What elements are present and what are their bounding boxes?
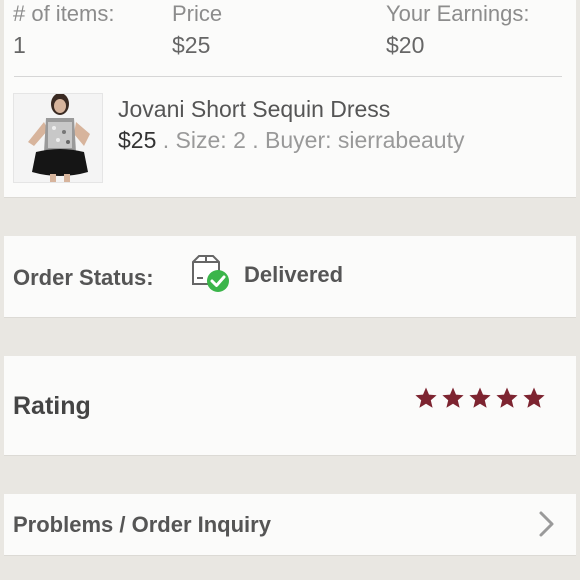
order-status-value: Delivered (244, 262, 344, 287)
price-column: Price $25 (172, 1, 223, 59)
star-icon (442, 387, 464, 408)
item-price: $25 (118, 127, 157, 153)
items-count-column: # of items: 1 (13, 1, 115, 59)
problems-order-inquiry-label: Problems / Order Inquiry (13, 512, 271, 537)
order-status-label: Order Status: (13, 265, 154, 290)
price-value: $25 (172, 32, 211, 58)
item-size: . Size: 2 (156, 127, 246, 153)
earnings-label: Your Earnings: (386, 1, 530, 26)
star-icon (469, 387, 491, 408)
order-status-card: Order Status: Delivered (4, 236, 576, 318)
item-title[interactable]: Jovani Short Sequin Dress (118, 96, 390, 123)
star-icon (415, 387, 437, 408)
earnings-column: Your Earnings: $20 (386, 1, 530, 59)
items-count-label: # of items: (13, 1, 115, 26)
star-icon (523, 387, 545, 408)
price-label: Price (172, 1, 223, 26)
rating-card: Rating (4, 356, 576, 456)
star-icon (496, 387, 518, 408)
problems-order-inquiry-row[interactable]: Problems / Order Inquiry (4, 494, 576, 556)
earnings-value: $20 (386, 32, 425, 58)
order-summary-card: # of items: 1 Price $25 Your Earnings: $… (4, 0, 576, 198)
item-thumbnail[interactable] (13, 93, 103, 183)
delivered-box-check-icon (187, 254, 233, 294)
item-buyer: . Buyer: sierrabeauty (245, 127, 465, 153)
rating-label: Rating (13, 392, 91, 420)
chevron-right-icon (539, 511, 554, 537)
summary-divider (14, 76, 562, 77)
item-meta: $25 . Size: 2 . Buyer: sierrabeauty (118, 127, 464, 154)
items-count-value: 1 (13, 32, 26, 58)
rating-stars (414, 386, 546, 410)
